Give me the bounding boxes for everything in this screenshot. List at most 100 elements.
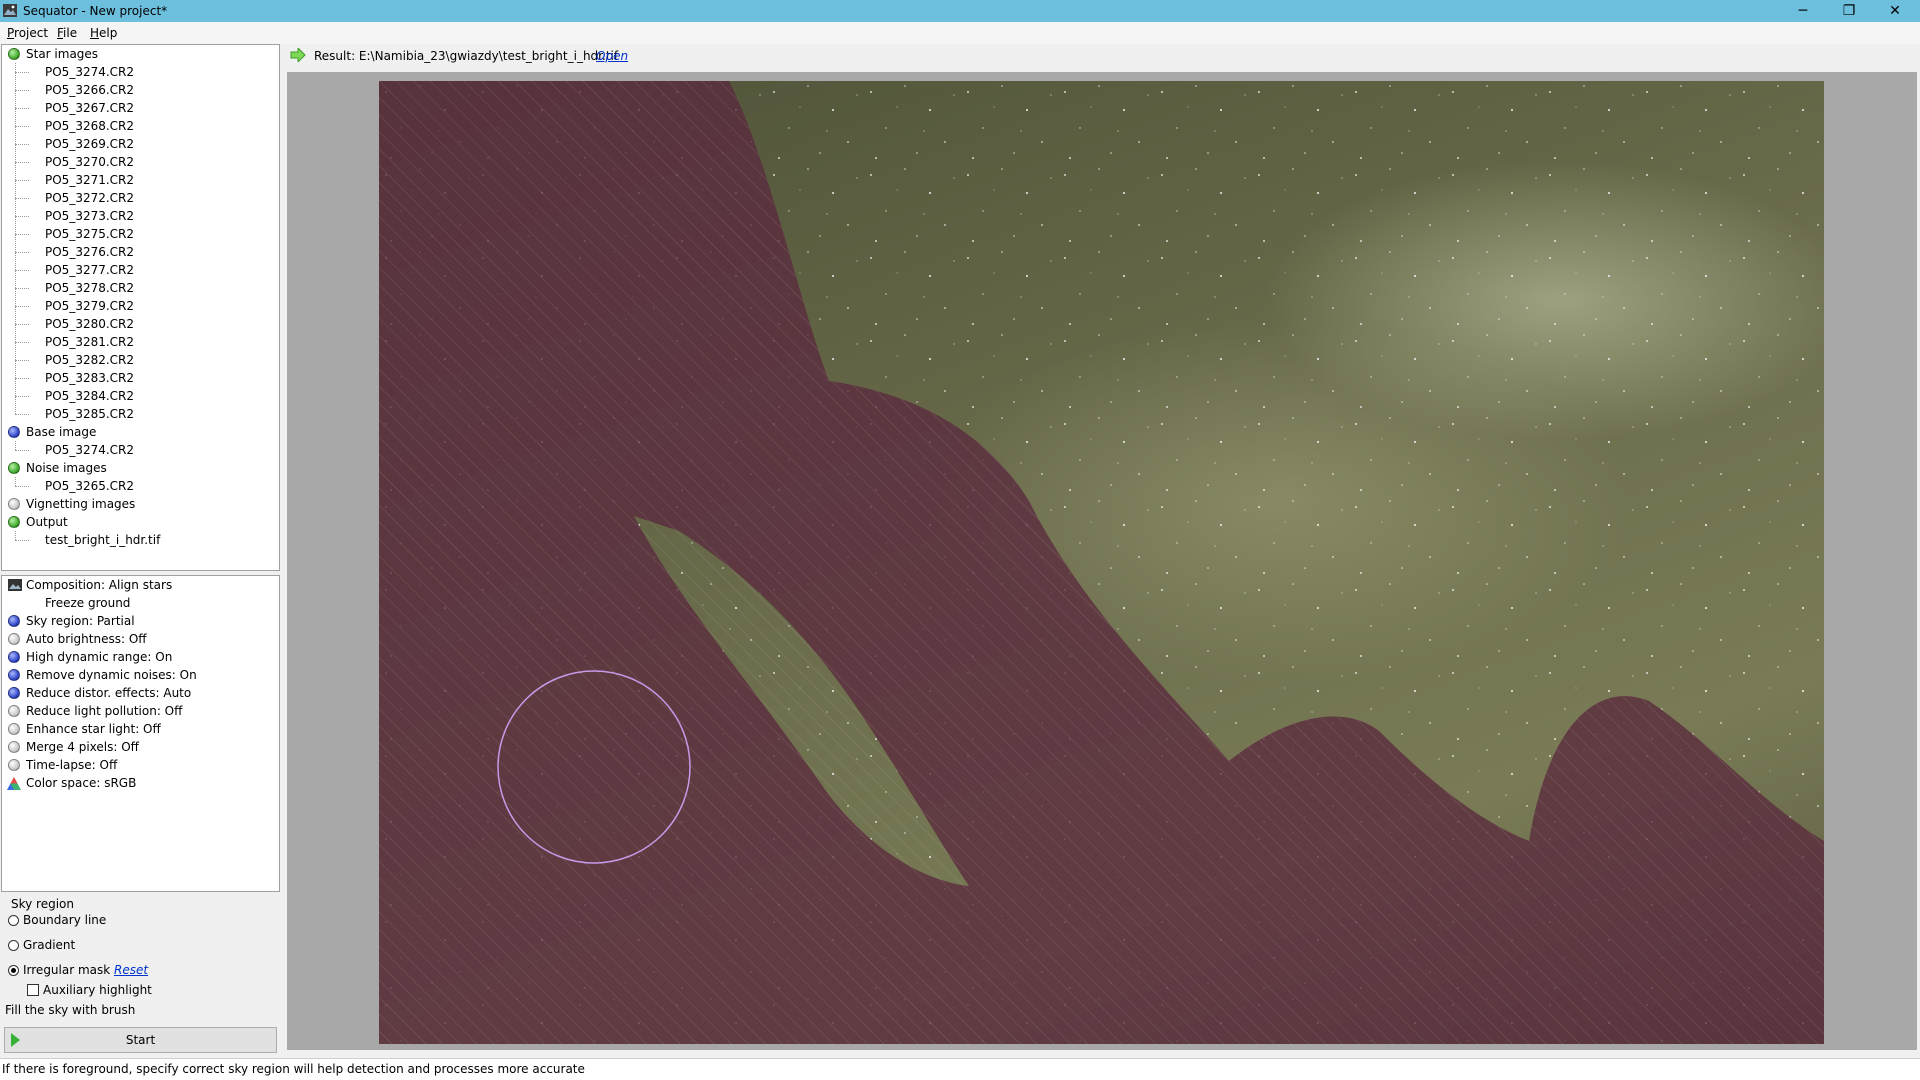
arrow-right-icon xyxy=(290,48,306,62)
tree-connector xyxy=(15,144,29,145)
output-node[interactable]: Output xyxy=(26,513,68,531)
file-item[interactable]: PO5_3280.CR2 xyxy=(45,315,134,333)
file-item[interactable]: PO5_3281.CR2 xyxy=(45,333,134,351)
title-bar: Sequator - New project* ─ ❐ ✕ xyxy=(0,0,1920,22)
vignetting-images-node[interactable]: Vignetting images xyxy=(26,495,135,513)
boundary-line-label[interactable]: Boundary line xyxy=(23,911,106,929)
file-item[interactable]: PO5_3284.CR2 xyxy=(45,387,134,405)
status-bar: If there is foreground, specify correct … xyxy=(0,1058,1920,1080)
file-item[interactable]: PO5_3267.CR2 xyxy=(45,99,134,117)
maximize-button[interactable]: ❐ xyxy=(1826,0,1872,22)
irregular-mask-radio[interactable] xyxy=(8,965,19,976)
file-item[interactable]: PO5_3266.CR2 xyxy=(45,81,134,99)
file-item[interactable]: PO5_3276.CR2 xyxy=(45,243,134,261)
tree-connector xyxy=(15,288,29,289)
option-status-icon xyxy=(8,651,20,663)
base-image-node[interactable]: Base image xyxy=(26,423,96,441)
file-item[interactable]: PO5_3270.CR2 xyxy=(45,153,134,171)
tree-connector xyxy=(15,126,29,127)
option-item[interactable]: Time-lapse: Off xyxy=(26,756,117,774)
irregular-mask-label[interactable]: Irregular mask xyxy=(23,961,110,979)
tree-connector xyxy=(15,324,29,325)
gradient-radio[interactable] xyxy=(8,940,19,951)
play-icon xyxy=(11,1033,20,1047)
auxiliary-highlight-label[interactable]: Auxiliary highlight xyxy=(43,981,152,999)
menu-file[interactable]: File xyxy=(57,26,77,40)
file-item[interactable]: test_bright_i_hdr.tif xyxy=(45,531,160,549)
minimize-button[interactable]: ─ xyxy=(1780,0,1826,22)
option-item[interactable]: High dynamic range: On xyxy=(26,648,172,666)
option-item[interactable]: Remove dynamic noises: On xyxy=(26,666,197,684)
file-item[interactable]: PO5_3271.CR2 xyxy=(45,171,134,189)
freeze-ground-option[interactable]: Freeze ground xyxy=(45,594,130,612)
file-item[interactable]: PO5_3278.CR2 xyxy=(45,279,134,297)
option-status-icon xyxy=(8,705,20,717)
start-button[interactable]: Start xyxy=(4,1027,277,1053)
file-item[interactable]: PO5_3265.CR2 xyxy=(45,477,134,495)
mask-overlay xyxy=(379,81,1824,1044)
boundary-line-radio[interactable] xyxy=(8,915,19,926)
gradient-label[interactable]: Gradient xyxy=(23,936,75,954)
option-status-icon xyxy=(8,669,20,681)
file-item[interactable]: PO5_3285.CR2 xyxy=(45,405,134,423)
menu-help[interactable]: Help xyxy=(90,26,117,40)
reset-link[interactable]: Reset xyxy=(114,961,148,979)
composition-icon xyxy=(8,579,22,591)
file-item[interactable]: PO5_3268.CR2 xyxy=(45,117,134,135)
option-status-icon xyxy=(8,687,20,699)
option-status-icon xyxy=(8,723,20,735)
file-item[interactable]: PO5_3269.CR2 xyxy=(45,135,134,153)
close-button[interactable]: ✕ xyxy=(1872,0,1918,22)
file-item[interactable]: PO5_3283.CR2 xyxy=(45,369,134,387)
tree-connector xyxy=(15,540,29,541)
file-item[interactable]: PO5_3282.CR2 xyxy=(45,351,134,369)
tree-connector xyxy=(15,90,29,91)
option-item[interactable]: Sky region: Partial xyxy=(26,612,135,630)
file-item[interactable]: PO5_3272.CR2 xyxy=(45,189,134,207)
option-item[interactable]: Reduce distor. effects: Auto xyxy=(26,684,191,702)
tree-connector xyxy=(15,180,29,181)
composition-option[interactable]: Composition: Align stars xyxy=(26,576,172,594)
result-bar: Result: E:\Namibia_23\gwiazdy\test_brigh… xyxy=(287,44,1917,68)
auxiliary-highlight-checkbox[interactable] xyxy=(27,984,39,996)
file-item[interactable]: PO5_3279.CR2 xyxy=(45,297,134,315)
tree-connector xyxy=(15,441,16,450)
tree-connector xyxy=(15,63,16,414)
menu-project[interactable]: Project xyxy=(7,26,48,40)
file-item[interactable]: PO5_3277.CR2 xyxy=(45,261,134,279)
color-space-icon xyxy=(7,777,21,790)
tree-connector xyxy=(15,198,29,199)
file-item[interactable]: PO5_3274.CR2 xyxy=(45,63,134,81)
noise-images-node[interactable]: Noise images xyxy=(26,459,107,477)
option-item[interactable]: Auto brightness: Off xyxy=(26,630,147,648)
tree-connector xyxy=(15,108,29,109)
options-panel: Composition: Align stars Freeze ground Sky… xyxy=(1,575,280,892)
open-link[interactable]: Open xyxy=(596,47,628,65)
file-item[interactable]: PO5_3273.CR2 xyxy=(45,207,134,225)
tree-connector xyxy=(15,477,16,486)
option-status-icon xyxy=(8,759,20,771)
file-item[interactable]: PO5_3275.CR2 xyxy=(45,225,134,243)
option-status-icon xyxy=(8,633,20,645)
tree-connector xyxy=(15,234,29,235)
option-item[interactable]: Reduce light pollution: Off xyxy=(26,702,182,720)
tree-connector xyxy=(15,531,16,540)
option-status-icon xyxy=(8,741,20,753)
tree-connector xyxy=(15,306,29,307)
color-space-option[interactable]: Color space: sRGB xyxy=(26,774,136,792)
result-path: Result: E:\Namibia_23\gwiazdy\test_brigh… xyxy=(314,49,619,63)
vignetting-images-status-icon xyxy=(8,498,20,510)
option-status-icon xyxy=(8,615,20,627)
image-tree-panel: Star images PO5_3274.CR2 PO5_3266.CR2 PO5_3… xyxy=(1,44,280,571)
noise-images-status-icon xyxy=(8,462,20,474)
preview-image[interactable] xyxy=(379,81,1824,1044)
file-item[interactable]: PO5_3274.CR2 xyxy=(45,441,134,459)
window-title: Sequator - New project* xyxy=(23,4,168,18)
star-images-node[interactable]: Star images xyxy=(26,45,98,63)
option-item[interactable]: Enhance star light: Off xyxy=(26,720,161,738)
base-image-status-icon xyxy=(8,426,20,438)
menu-bar: Project File Help xyxy=(0,22,1920,44)
tree-connector xyxy=(15,360,29,361)
tree-connector xyxy=(15,414,29,415)
option-item[interactable]: Merge 4 pixels: Off xyxy=(26,738,139,756)
